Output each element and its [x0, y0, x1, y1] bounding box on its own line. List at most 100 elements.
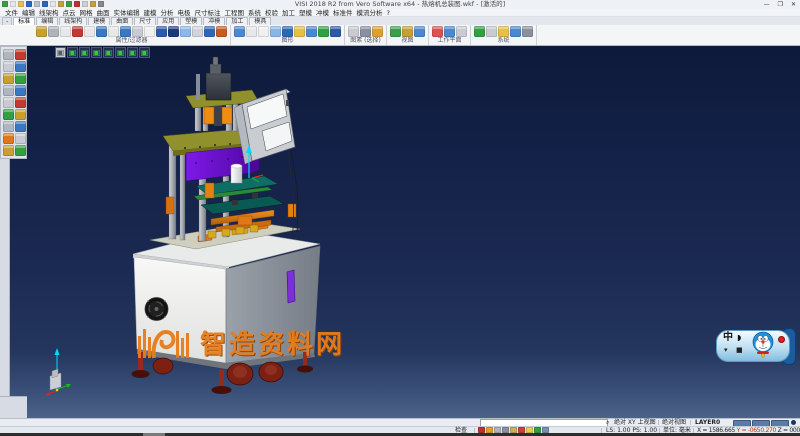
ribbon-tool-icon-12[interactable]	[168, 26, 179, 37]
ribbon-tool-icon-11[interactable]	[156, 26, 167, 37]
ribbon-tool-icon-2[interactable]	[360, 26, 371, 37]
ribbon-tool-icon-3[interactable]	[372, 26, 383, 37]
view-reference-label[interactable]: 绝对视图	[662, 419, 686, 426]
menu-item-网格[interactable]: 网格	[80, 9, 93, 16]
left-tool-icon-11[interactable]	[3, 109, 14, 120]
left-tool-icon-12[interactable]	[15, 109, 26, 120]
ime-moon-icon[interactable]: ◗	[737, 333, 741, 342]
ribbon-tab-曲面[interactable]: 曲面	[111, 17, 133, 25]
active-layer-label[interactable]: LAYER0	[695, 419, 720, 426]
ribbon-tab-塑模[interactable]: 塑模	[180, 17, 202, 25]
ribbon-tool-icon-2[interactable]	[444, 26, 455, 37]
ribbon-tool-icon-16[interactable]	[216, 26, 227, 37]
view-cube-icon-7[interactable]: ▣	[127, 47, 138, 58]
ribbon-tool-icon-5[interactable]	[282, 26, 293, 37]
globe-icon[interactable]	[791, 420, 796, 425]
ribbon-tool-icon-6[interactable]	[96, 26, 107, 37]
ribbon-tool-icon-9[interactable]	[132, 26, 143, 37]
ribbon-tool-icon-1[interactable]	[474, 26, 485, 37]
menu-item-工程图[interactable]: 工程图	[225, 9, 245, 16]
ribbon-tool-icon-2[interactable]	[402, 26, 413, 37]
ribbon-tab-尺寸[interactable]: 尺寸	[134, 17, 156, 25]
menu-item-冲模[interactable]: 冲模	[316, 9, 329, 16]
menu-item-电极[interactable]: 电极	[178, 9, 191, 16]
menu-item-系统[interactable]: 系统	[248, 9, 261, 16]
ribbon-tool-icon-7[interactable]	[108, 26, 119, 37]
menu-item-尺寸标注[interactable]: 尺寸标注	[195, 9, 221, 16]
ribbon-tool-icon-3[interactable]	[414, 26, 425, 37]
ribbon-tool-icon-5[interactable]	[522, 26, 533, 37]
ribbon-tool-icon-7[interactable]	[306, 26, 317, 37]
ribbon-tool-icon-1[interactable]	[36, 26, 47, 37]
ribbon-tool-icon-6[interactable]	[294, 26, 305, 37]
ribbon-collapse-button[interactable]: -	[2, 17, 12, 25]
ribbon-tool-icon-15[interactable]	[204, 26, 215, 37]
ime-skin-icon[interactable]: ■	[736, 347, 743, 354]
ribbon-tool-icon-1[interactable]	[432, 26, 443, 37]
ribbon-tab-模具[interactable]: 模具	[249, 17, 271, 25]
ribbon-tool-icon-9[interactable]	[330, 26, 341, 37]
menu-item-编辑[interactable]: 编辑	[22, 9, 35, 16]
view-cube-icon-2[interactable]: ▣	[67, 47, 78, 58]
menu-item-加工[interactable]: 加工	[282, 9, 295, 16]
ribbon-tool-icon-10[interactable]	[144, 26, 155, 37]
left-tool-icon-10[interactable]	[15, 97, 26, 108]
menu-item-曲面[interactable]: 曲面	[97, 9, 110, 16]
left-tool-icon-15[interactable]	[3, 133, 14, 144]
minimize-button[interactable]: —	[764, 0, 770, 9]
menu-item-校验[interactable]: 校验	[265, 9, 278, 16]
left-tool-icon-17[interactable]	[3, 145, 14, 156]
ribbon-tool-icon-1[interactable]	[234, 26, 245, 37]
view-mode-label[interactable]: 绝对 XY 上视图	[614, 419, 656, 426]
ribbon-tool-icon-4[interactable]	[72, 26, 83, 37]
ime-toolbar[interactable]: 中 ◗ ▾ ■	[716, 328, 796, 363]
left-tool-icon-8[interactable]	[15, 85, 26, 96]
ribbon-tool-icon-3[interactable]	[258, 26, 269, 37]
ribbon-tab-线架构[interactable]: 线架构	[59, 17, 87, 25]
menu-item-线架构[interactable]: 线架构	[39, 9, 59, 16]
ribbon-tool-icon-5[interactable]	[84, 26, 95, 37]
left-tool-icon-7[interactable]	[3, 85, 14, 96]
menu-item-塑模[interactable]: 塑模	[299, 9, 312, 16]
left-tool-icon-3[interactable]	[3, 61, 14, 72]
ribbon-tool-icon-4[interactable]	[510, 26, 521, 37]
view-cube-icon-6[interactable]: ▣	[115, 47, 126, 58]
ribbon-tool-icon-13[interactable]	[180, 26, 191, 37]
ribbon-tool-icon-8[interactable]	[318, 26, 329, 37]
left-tool-icon-1[interactable]	[3, 49, 14, 60]
ribbon-tab-冲模[interactable]: 冲模	[203, 17, 225, 25]
ribbon-tool-icon-14[interactable]	[192, 26, 203, 37]
view-cube-icon-4[interactable]: ▣	[91, 47, 102, 58]
menu-item-建模[interactable]: 建模	[144, 9, 157, 16]
view-cube-icon-3[interactable]: ▣	[79, 47, 90, 58]
ribbon-tool-icon-2[interactable]	[48, 26, 59, 37]
ribbon-tool-icon-2[interactable]	[486, 26, 497, 37]
close-button[interactable]: ✕	[791, 0, 796, 9]
ribbon-tool-icon-4[interactable]	[270, 26, 281, 37]
left-tool-icon-13[interactable]	[3, 121, 14, 132]
menu-item-点云[interactable]: 点云	[63, 9, 76, 16]
menu-item-文件[interactable]: 文件	[5, 9, 18, 16]
ime-menu-icon[interactable]: ▾	[724, 347, 728, 354]
ribbon-tool-icon-1[interactable]	[390, 26, 401, 37]
left-tool-icon-4[interactable]	[15, 61, 26, 72]
view-cube-icon-1[interactable]: ▣	[55, 47, 66, 58]
menu-item-模流分析[interactable]: 模流分析	[357, 9, 383, 16]
view-cube-icon-5[interactable]: ▣	[103, 47, 114, 58]
ribbon-tab-加工[interactable]: 加工	[226, 17, 248, 25]
menu-item-?[interactable]: ?	[387, 9, 390, 16]
ribbon-tool-icon-3[interactable]	[456, 26, 467, 37]
left-tool-icon-2[interactable]	[15, 49, 26, 60]
left-tool-icon-14[interactable]	[15, 121, 26, 132]
ribbon-tab-应用[interactable]: 应用	[157, 17, 179, 25]
ribbon-tool-icon-1[interactable]	[348, 26, 359, 37]
menu-item-分析[interactable]: 分析	[161, 9, 174, 16]
menu-item-标准件[interactable]: 标准件	[333, 9, 353, 16]
left-tool-icon-6[interactable]	[15, 73, 26, 84]
search-icon[interactable]: ⌕	[606, 419, 609, 426]
maximize-button[interactable]: ❐	[778, 0, 783, 9]
ribbon-tool-icon-2[interactable]	[246, 26, 257, 37]
left-tool-icon-5[interactable]	[3, 73, 14, 84]
ime-red-button[interactable]	[778, 336, 785, 343]
ribbon-tab-建模[interactable]: 建模	[88, 17, 110, 25]
